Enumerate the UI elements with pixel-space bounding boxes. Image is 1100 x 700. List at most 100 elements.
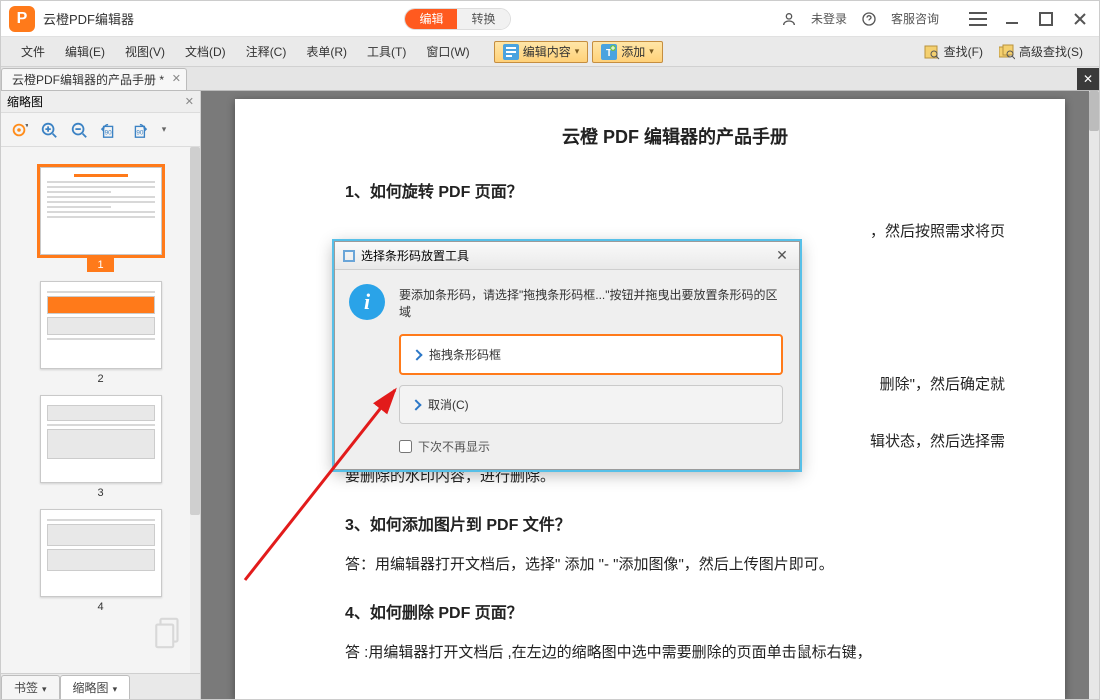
titlebar: P 云橙PDF编辑器 编辑 转换 未登录 客服咨询 (1, 1, 1099, 37)
thumbnail-item[interactable]: 1 (36, 167, 166, 273)
menu-edit[interactable]: 编辑(E) (55, 43, 115, 60)
info-icon: i (349, 284, 385, 320)
thumbnail-preview (40, 395, 162, 483)
rotate-cw-button[interactable]: 90 (125, 116, 153, 144)
thumbnail-item[interactable]: 4 (36, 509, 166, 615)
edit-content-icon (503, 44, 519, 60)
caret-down-icon: ▾ (113, 684, 118, 694)
zoom-out-button[interactable] (65, 116, 93, 144)
caret-down-icon: ▾ (649, 46, 654, 57)
cancel-option[interactable]: 取消(C) (399, 385, 783, 424)
thumbnail-item[interactable]: 2 (36, 281, 166, 387)
svg-text:90: 90 (105, 129, 113, 136)
edit-content-label: 编辑内容 (523, 43, 571, 60)
menu-tools[interactable]: 工具(T) (357, 43, 416, 60)
chevron-right-icon (411, 349, 422, 360)
dialog-message: 要添加条形码，请选择"拖拽条形码框..."按钮并拖曳出要放置条形码的区域 (399, 284, 783, 320)
doc-heading: 1、如何旋转 PDF 页面？ (345, 179, 1005, 208)
sidebar-tab-label: 缩略图 (73, 681, 109, 695)
tabs-close-all[interactable]: ✕ (1077, 68, 1099, 90)
zoom-in-button[interactable] (35, 116, 63, 144)
menu-icon[interactable] (967, 8, 989, 30)
menu-file[interactable]: 文件 (11, 43, 55, 60)
thumbnail-preview (40, 167, 162, 255)
add-label: 添加 (621, 43, 645, 60)
thumbnail-preview (40, 509, 162, 597)
sidebar-footer-tabs: 书签 ▾ 缩略图 ▾ (1, 673, 200, 699)
sidebar-tab-thumbnail[interactable]: 缩略图 ▾ (60, 675, 131, 699)
option-label: 取消(C) (428, 396, 469, 413)
menu-view[interactable]: 视图(V) (115, 43, 175, 60)
thumbnail-item[interactable]: 3 (36, 395, 166, 501)
add-icon: T (601, 44, 617, 60)
svg-text:▾: ▾ (25, 121, 28, 129)
doc-heading: 4、如何删除 PDF 页面？ (345, 600, 1005, 629)
doc-title: 云橙 PDF 编辑器的产品手册 (345, 121, 1005, 153)
menu-form[interactable]: 表单(R) (296, 43, 357, 60)
search-label: 查找(F) (944, 43, 983, 60)
dialog-close-button[interactable]: ✕ (773, 247, 791, 265)
copy-pages-icon (152, 616, 186, 655)
dialog-icon (343, 250, 355, 262)
document-tab-label: 云橙PDF编辑器的产品手册 * (12, 71, 164, 88)
sidebar-tab-label: 书签 (14, 681, 38, 695)
caret-down-icon: ▾ (575, 46, 580, 57)
maximize-button[interactable] (1035, 8, 1057, 30)
support-link[interactable]: 客服咨询 (891, 10, 939, 27)
barcode-tool-dialog: 选择条形码放置工具 ✕ i 要添加条形码，请选择"拖拽条形码框..."按钮并拖曳… (334, 241, 800, 470)
thumbnail-label: 3 (87, 486, 113, 500)
thumbnail-label: 4 (87, 600, 113, 614)
app-logo-icon: P (9, 6, 35, 32)
thumb-settings-button[interactable]: ▾ (5, 116, 33, 144)
thumbnail-list: 1 2 3 4 (1, 147, 200, 673)
dialog-title: 选择条形码放置工具 (361, 247, 469, 264)
docview-scrollbar[interactable] (1089, 91, 1099, 699)
dialog-body: i 要添加条形码，请选择"拖拽条形码框..."按钮并拖曳出要放置条形码的区域 拖… (335, 270, 799, 469)
minimize-button[interactable] (1001, 8, 1023, 30)
close-button[interactable] (1069, 8, 1091, 30)
doc-text: 答：用编辑器打开文档后，选择" 添加 "- "添加图像"，然后上传图片即可。 (345, 551, 1005, 578)
document-tabs: 云橙PDF编辑器的产品手册 * ✕ ✕ (1, 67, 1099, 91)
mode-convert-tab[interactable]: 转换 (457, 9, 509, 29)
login-link[interactable]: 未登录 (811, 10, 847, 27)
option-label: 拖拽条形码框 (429, 346, 501, 363)
sidebar-title: 缩略图 (7, 93, 43, 110)
mode-switch: 编辑 转换 (404, 8, 510, 30)
sidebar-tab-bookmark[interactable]: 书签 ▾ (1, 675, 60, 699)
user-icon (781, 11, 797, 27)
menu-window[interactable]: 窗口(W) (416, 43, 479, 60)
adv-search-label: 高级查找(S) (1019, 43, 1083, 60)
dont-show-label: 下次不再显示 (418, 438, 490, 455)
app-title: 云橙PDF编辑器 (43, 9, 134, 28)
edit-content-button[interactable]: 编辑内容 ▾ (494, 41, 589, 63)
menubar: 文件 编辑(E) 视图(V) 文档(D) 注释(C) 表单(R) 工具(T) 窗… (1, 37, 1099, 67)
rotate-ccw-button[interactable]: 90 (95, 116, 123, 144)
sidebar-header: 缩略图 ✕ (1, 91, 200, 113)
mode-edit-tab[interactable]: 编辑 (405, 9, 457, 29)
drag-barcode-option[interactable]: 拖拽条形码框 (399, 334, 783, 375)
sidebar-close-icon[interactable]: ✕ (185, 95, 194, 108)
thumbnail-sidebar: 缩略图 ✕ ▾ 90 90 ▾ 1 2 (1, 91, 201, 699)
sidebar-toolbar: ▾ 90 90 ▾ (1, 113, 200, 147)
dialog-titlebar[interactable]: 选择条形码放置工具 ✕ (335, 242, 799, 270)
add-button[interactable]: T 添加 ▾ (592, 41, 663, 63)
tab-close-icon[interactable]: ✕ (172, 72, 181, 85)
svg-text:90: 90 (136, 129, 144, 136)
menu-comment[interactable]: 注释(C) (236, 43, 297, 60)
search-button[interactable]: 查找(F) (918, 41, 989, 62)
thumbnail-label: 1 (87, 258, 113, 272)
adv-search-icon (999, 44, 1015, 60)
caret-down-icon: ▾ (42, 684, 47, 694)
adv-search-button[interactable]: 高级查找(S) (993, 41, 1089, 62)
search-icon (924, 44, 940, 60)
sidebar-scrollbar[interactable] (190, 147, 200, 673)
doc-text: 答 :用编辑器打开文档后 ,在左边的缩略图中选中需要删除的页面单击鼠标右键， (345, 639, 1005, 666)
document-tab[interactable]: 云橙PDF编辑器的产品手册 * ✕ (1, 68, 187, 90)
support-icon (861, 11, 877, 27)
chevron-right-icon (410, 399, 421, 410)
sidebar-more-button[interactable]: ▾ (155, 116, 173, 144)
thumbnail-label: 2 (87, 372, 113, 386)
dont-show-checkbox[interactable] (399, 440, 412, 453)
thumbnail-preview (40, 281, 162, 369)
menu-document[interactable]: 文档(D) (175, 43, 236, 60)
